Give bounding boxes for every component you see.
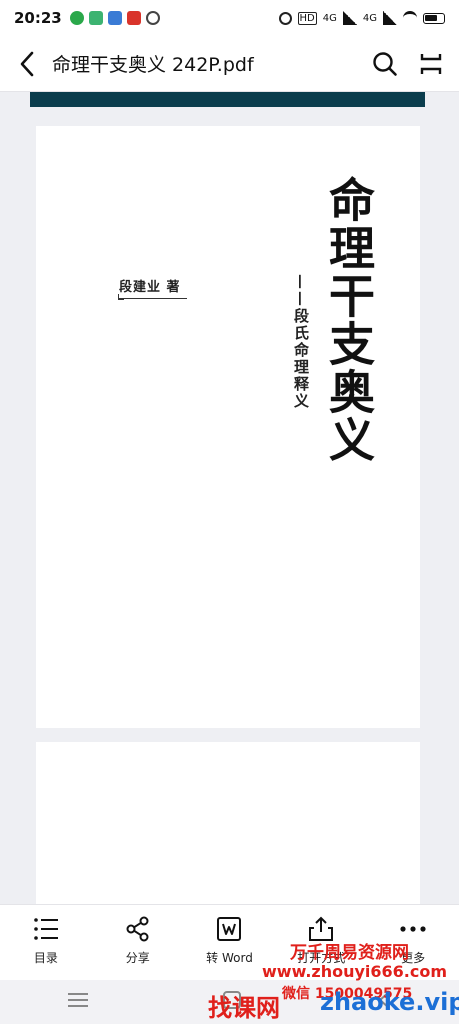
convert-word-label: 转 Word	[206, 951, 253, 965]
author-line: 段建业 著	[119, 280, 181, 295]
previous-page-edge	[30, 92, 425, 107]
pdf-page-cover: 段建业 著 命理干支奥义 ——段氏命理释义	[36, 126, 420, 728]
contents-label: 目录	[33, 951, 58, 965]
pdf-viewer[interactable]: 段建业 著 命理干支奥义 ——段氏命理释义	[0, 92, 459, 904]
sync-icon	[145, 11, 160, 25]
signal-4g-2: 4G	[362, 12, 377, 24]
wifi-icon	[403, 11, 417, 25]
book-subtitle: ——段氏命理释义	[292, 274, 310, 410]
author-divider	[119, 298, 187, 299]
status-bar: 20:23 HD 4G 4G	[0, 0, 459, 36]
app-icon-green	[88, 11, 103, 25]
watermark-url: www.zhouyi666.com	[262, 962, 448, 981]
convert-word-icon	[215, 915, 243, 943]
back-arrow-icon[interactable]	[12, 49, 42, 79]
watermark-site-name: 万千周易资源网	[290, 943, 409, 963]
more-options-icon[interactable]	[415, 48, 447, 80]
signal-bars-icon-2	[383, 11, 397, 25]
book-title-calligraphy: 命理干支奥义	[322, 176, 376, 464]
hd-label: HD	[297, 11, 317, 25]
system-icons: HD 4G 4G	[278, 11, 445, 25]
search-icon[interactable]	[369, 48, 401, 80]
signal-4g-1: 4G	[322, 12, 337, 24]
alarm-icon	[278, 11, 292, 25]
contents-button[interactable]: 目录	[0, 905, 92, 980]
watermark-brand-right: zhaoke.vip	[320, 988, 459, 1016]
share-button[interactable]: 分享	[92, 905, 184, 980]
author-corner-mark	[118, 294, 124, 300]
menu-nav-icon[interactable]	[67, 992, 89, 1012]
wechat-icon	[69, 11, 84, 25]
pdf-page-next	[36, 742, 420, 904]
document-title: 命理干支奥义 242P.pdf	[52, 54, 254, 76]
battery-icon	[423, 12, 445, 24]
watermark-brand-left: 找课网	[208, 994, 280, 1022]
signal-bars-icon-1	[342, 11, 357, 25]
app-icon-red	[126, 11, 141, 25]
status-time: 20:23	[14, 9, 62, 27]
share-label: 分享	[125, 951, 150, 965]
contents-icon	[32, 915, 60, 943]
share-icon	[124, 915, 152, 943]
notification-icons	[69, 11, 160, 25]
app-icon-blue	[107, 11, 122, 25]
app-header: 命理干支奥义 242P.pdf	[0, 36, 459, 92]
